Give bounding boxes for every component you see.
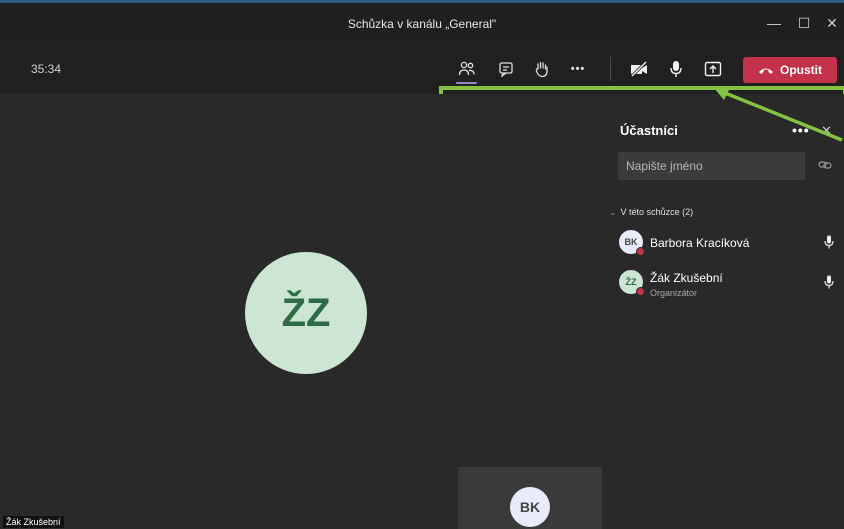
minimize-button[interactable]: — xyxy=(762,11,786,35)
maximize-button[interactable]: ☐ xyxy=(792,11,816,35)
chevron-down-icon: ⌄ xyxy=(609,207,617,217)
panel-title: Účastníci xyxy=(620,123,678,138)
chat-icon[interactable] xyxy=(494,57,518,81)
participant-row[interactable]: BK Barbora Kracíková xyxy=(618,228,844,260)
title-bar: Schůzka v kanálu „General" — ☐ ✕ xyxy=(0,0,844,44)
meeting-timer: 35:34 xyxy=(31,62,62,76)
phone-hangup-icon xyxy=(759,68,773,74)
status-indicator xyxy=(636,287,645,296)
in-meeting-section-header[interactable]: ⌄ V této schůzce (2) xyxy=(609,207,693,218)
title-bar-accent-line xyxy=(0,0,844,3)
raise-hand-icon[interactable] xyxy=(530,57,554,81)
self-video-tile[interactable]: BK xyxy=(458,467,602,529)
toolbar-divider xyxy=(610,57,611,81)
close-window-button[interactable]: ✕ xyxy=(820,11,844,35)
microphone-icon[interactable] xyxy=(664,57,688,81)
window-title: Schůzka v kanálu „General" xyxy=(347,17,497,31)
participant-row[interactable]: ŽZ Žák Zkušební Organizátor xyxy=(618,268,844,300)
participant-role: Organizátor xyxy=(650,288,698,298)
microphone-icon xyxy=(824,275,834,289)
share-screen-icon[interactable] xyxy=(701,57,725,81)
status-indicator xyxy=(636,247,645,256)
participant-name: Barbora Kracíková xyxy=(650,236,750,250)
participant-name-tag: Žák Zkušební xyxy=(3,516,64,528)
participant-name: Žák Zkušební xyxy=(650,271,723,285)
leave-meeting-label: Opustit xyxy=(780,63,822,77)
annotation-arrow xyxy=(714,88,843,142)
video-stage: ŽZ BK Žák Zkušební xyxy=(0,94,604,529)
participants-icon[interactable] xyxy=(455,57,479,81)
self-avatar: BK xyxy=(510,487,550,527)
copy-link-icon[interactable] xyxy=(818,160,832,170)
more-options-icon[interactable]: ••• xyxy=(566,57,590,81)
main-participant-avatar: ŽZ xyxy=(245,252,367,374)
microphone-icon xyxy=(824,235,834,249)
camera-off-icon[interactable] xyxy=(627,57,651,81)
active-tab-indicator xyxy=(456,82,477,84)
section-label: V této schůzce (2) xyxy=(620,207,694,217)
